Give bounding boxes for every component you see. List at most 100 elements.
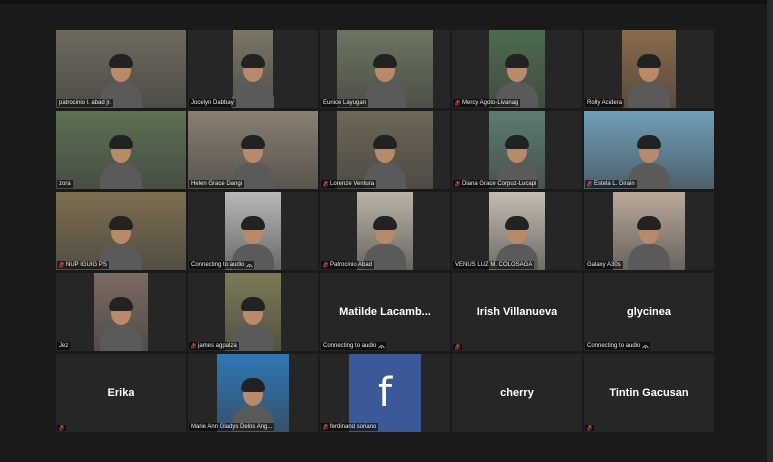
participant-name-label: Eunice Layugan xyxy=(321,99,369,107)
participant-name-display: Erika xyxy=(56,354,186,432)
participant-video xyxy=(622,30,676,108)
participant-label-text: Helen Grace Dangi xyxy=(191,181,243,187)
participant-tile[interactable]: Rolly Acidera xyxy=(584,30,714,108)
participant-name-label: Marie Ann Gladys Delos Ang... xyxy=(189,423,275,431)
participant-label-text: VENUS LUZ M. COLOSAGA xyxy=(455,262,533,268)
participant-figure xyxy=(362,52,408,108)
participant-video xyxy=(613,192,685,270)
participant-tile[interactable]: cherry xyxy=(452,354,582,432)
participant-label-text: Lorenze Ventura xyxy=(330,181,375,187)
participant-tile[interactable]: Patrocinio Abad xyxy=(320,192,450,270)
participant-tile[interactable]: Eunice Layugan xyxy=(320,30,450,108)
participant-name-display: Tintin Gacusan xyxy=(584,354,714,432)
participant-figure xyxy=(98,133,144,189)
connecting-audio-icon xyxy=(246,263,254,268)
participant-name-display: Matilde Lacamb... xyxy=(320,273,450,351)
window-right-edge xyxy=(767,0,773,462)
participant-label-text: Marie Ann Gladys Delos Ang... xyxy=(191,424,273,430)
participant-label-text: NUP IGUIG PS xyxy=(66,262,107,268)
participant-tile[interactable]: Jocelyn Dabbay xyxy=(188,30,318,108)
participant-label-text: Diana Grace Corpuz-Lucapi xyxy=(462,181,537,187)
participant-name-label: Connecting to audio xyxy=(321,342,387,350)
participant-name-display: Irish Villanueva xyxy=(452,273,582,351)
window-top-bar xyxy=(0,0,773,4)
participant-tile[interactable]: Matilde Lacamb... Connecting to audio xyxy=(320,273,450,351)
participant-name-label xyxy=(57,425,66,431)
participant-video xyxy=(225,273,281,351)
participant-figure xyxy=(626,52,672,108)
participant-name-label: Jez xyxy=(57,342,71,350)
participant-display-name: Irish Villanueva xyxy=(476,306,558,318)
connecting-audio-icon xyxy=(642,344,650,349)
participant-tile[interactable]: Erika xyxy=(56,354,186,432)
participant-name-label: Diana Grace Corpuz-Lucapi xyxy=(453,180,539,188)
participant-video xyxy=(94,273,148,351)
participant-label-text: Jocelyn Dabbay xyxy=(191,100,234,106)
participant-video xyxy=(225,192,281,270)
participant-video xyxy=(584,111,714,189)
participant-tile[interactable]: Galaxy A30s xyxy=(584,192,714,270)
participant-name-label: Galaxy A30s xyxy=(585,261,623,269)
participant-tile[interactable]: VENUS LUZ M. COLOSAGA xyxy=(452,192,582,270)
muted-mic-icon xyxy=(191,343,196,349)
participant-label-text: Estela L. Dirain xyxy=(594,181,635,187)
participant-name-label: patrocinio l. abad jr. xyxy=(57,99,114,107)
participant-name-label: NUP IGUIG PS xyxy=(57,261,109,269)
participant-video xyxy=(337,30,433,108)
connecting-audio-icon xyxy=(378,344,386,349)
participant-label-text: Mercy Agoto-Livanag xyxy=(462,100,519,106)
muted-mic-icon xyxy=(323,262,328,268)
participant-tile[interactable]: james agpalza xyxy=(188,273,318,351)
participant-tile[interactable]: Lorenze Ventura xyxy=(320,111,450,189)
participant-tile[interactable]: Helen Grace Dangi xyxy=(188,111,318,189)
muted-mic-icon xyxy=(323,424,328,430)
participant-name-label: zora xyxy=(57,180,73,188)
muted-mic-icon xyxy=(455,100,460,106)
participant-tile[interactable]: Connecting to audio xyxy=(188,192,318,270)
participant-video xyxy=(230,30,276,108)
participant-tile[interactable]: Jez xyxy=(56,273,186,351)
participant-tile[interactable]: Estela L. Dirain xyxy=(584,111,714,189)
participant-tile[interactable]: Tintin Gacusan xyxy=(584,354,714,432)
muted-mic-icon xyxy=(587,181,592,187)
participant-tile[interactable]: patrocinio l. abad jr. xyxy=(56,30,186,108)
facebook-icon: f xyxy=(377,370,393,416)
participant-name-label xyxy=(453,344,462,350)
participant-figure xyxy=(98,295,144,351)
participant-tile[interactable]: Irish Villanueva xyxy=(452,273,582,351)
participant-tile[interactable]: f ferdinand soriano xyxy=(320,354,450,432)
participant-tile[interactable]: Mercy Agoto-Livanag xyxy=(452,30,582,108)
participant-tile[interactable]: glycinea Connecting to audio xyxy=(584,273,714,351)
participant-video xyxy=(56,111,186,189)
participant-name-label xyxy=(585,425,594,431)
gallery-view-grid: patrocinio l. abad jr. Jocelyn Dabbay Euni… xyxy=(56,30,714,432)
participant-label-text: Rolly Acidera xyxy=(587,100,623,106)
participant-figure xyxy=(230,52,276,108)
participant-figure xyxy=(626,214,672,270)
participant-video xyxy=(337,111,433,189)
participant-name-display: cherry xyxy=(452,354,582,432)
participant-video xyxy=(188,111,318,189)
participant-tile[interactable]: Diana Grace Corpuz-Lucapi xyxy=(452,111,582,189)
participant-label-text: Connecting to audio xyxy=(323,343,377,349)
participant-name-display: glycinea xyxy=(584,273,714,351)
participant-video xyxy=(217,354,289,432)
participant-tile[interactable]: zora xyxy=(56,111,186,189)
participant-display-name: cherry xyxy=(500,387,534,399)
participant-tile[interactable]: Marie Ann Gladys Delos Ang... xyxy=(188,354,318,432)
participant-name-label: VENUS LUZ M. COLOSAGA xyxy=(453,261,535,269)
participant-label-text: ferdinand soriano xyxy=(330,424,377,430)
participant-name-label: Estela L. Dirain xyxy=(585,180,637,188)
muted-mic-icon xyxy=(455,344,460,350)
participant-name-label: Patrocinio Abad xyxy=(321,261,375,269)
participant-label-text: Connecting to audio xyxy=(191,262,245,268)
participant-name-label: Connecting to audio xyxy=(585,342,651,350)
participant-video xyxy=(56,30,186,108)
muted-mic-icon xyxy=(455,181,460,187)
participant-tile[interactable]: NUP IGUIG PS xyxy=(56,192,186,270)
facebook-avatar: f xyxy=(349,354,421,432)
participant-label-text: Galaxy A30s xyxy=(587,262,621,268)
participant-name-label: Jocelyn Dabbay xyxy=(189,99,236,107)
participant-label-text: Jez xyxy=(59,343,69,349)
participant-label-text: Eunice Layugan xyxy=(323,100,367,106)
